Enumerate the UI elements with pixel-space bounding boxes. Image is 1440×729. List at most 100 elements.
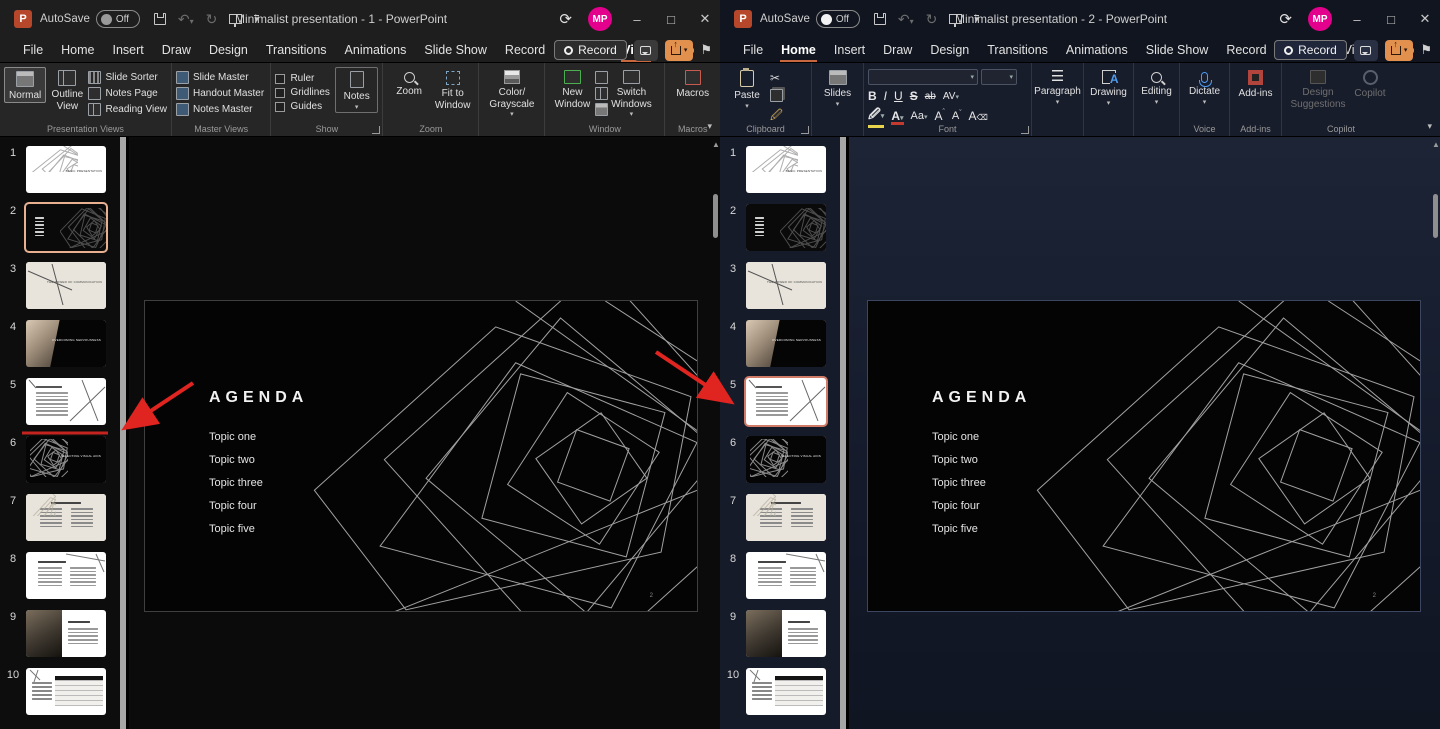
slide-thumbnail-5[interactable]	[746, 378, 826, 425]
copresent-icon[interactable]: ⚑	[700, 42, 712, 58]
avatar[interactable]: MP	[1308, 7, 1332, 31]
redo-icon[interactable]: ↻	[206, 12, 218, 26]
share-button[interactable]: ▾	[1385, 40, 1414, 61]
slide-topic[interactable]: Topic five	[209, 523, 255, 535]
tab-draw[interactable]: Draw	[874, 39, 921, 61]
slide-thumbnail-6[interactable]: SELECTING VISUAL AIDS	[26, 436, 106, 483]
move-split-icon[interactable]	[595, 103, 608, 116]
slide-topic[interactable]: Topic four	[932, 500, 980, 512]
slide-thumbnail-1[interactable]: BASIC PRESENTATION	[746, 146, 826, 193]
slides-button[interactable]: Slides▾	[816, 67, 859, 109]
autosave-toggle[interactable]: Off	[816, 10, 860, 28]
slide-thumbnail-9[interactable]	[26, 610, 106, 657]
slide-thumbnail-4[interactable]: OVERCOMING NERVOUSNESS	[26, 320, 106, 367]
ruler-checkbox[interactable]: Ruler	[275, 73, 329, 84]
close-button[interactable]: ✕	[1416, 11, 1434, 27]
design-suggestions-button[interactable]: Design Suggestions	[1289, 67, 1347, 110]
tab-slideshow[interactable]: Slide Show	[1137, 39, 1218, 61]
collapse-ribbon-icon[interactable]: ▾	[1427, 121, 1432, 132]
slide-thumbnail-7[interactable]	[746, 494, 826, 541]
notes-button[interactable]: Notes▾	[335, 67, 379, 113]
tab-transitions[interactable]: Transitions	[978, 39, 1057, 61]
slide-thumbnail-10[interactable]	[26, 668, 106, 715]
slide-thumbnail-9[interactable]	[746, 610, 826, 657]
italic-button[interactable]: I	[884, 89, 887, 103]
change-case-button[interactable]: Aa▾	[911, 110, 928, 122]
increase-font-size-button[interactable]: Aˆ	[934, 109, 944, 123]
slide-thumbnail-3[interactable]: THE POWER OF COMMUNICATION	[746, 262, 826, 309]
slide-thumbnail-8[interactable]	[746, 552, 826, 599]
tab-home[interactable]: Home	[52, 39, 103, 61]
collapse-ribbon-icon[interactable]: ▾	[707, 121, 712, 132]
zoom-button[interactable]: Zoom	[387, 67, 431, 98]
maximize-button[interactable]: □	[662, 12, 680, 27]
handout-master-button[interactable]: Handout Master	[176, 87, 264, 100]
refresh-sparkle-icon[interactable]: ⟳	[1279, 10, 1292, 28]
slide-editor[interactable]: AGENDA Topic one Topic two Topic three T…	[867, 300, 1421, 612]
tab-slideshow[interactable]: Slide Show	[415, 39, 496, 61]
slide-thumbnail-10[interactable]	[746, 668, 826, 715]
tab-draw[interactable]: Draw	[153, 39, 200, 61]
font-color-button[interactable]: A▾	[891, 109, 903, 123]
slide-thumbnail-4[interactable]: OVERCOMING NERVOUSNESS	[746, 320, 826, 367]
undo-icon[interactable]: ↶▾	[898, 12, 914, 26]
clear-formatting-button[interactable]: A⌫	[969, 109, 988, 123]
tab-insert[interactable]: Insert	[104, 39, 153, 61]
character-spacing-button[interactable]: AV▾	[943, 91, 959, 102]
tab-insert[interactable]: Insert	[825, 39, 874, 61]
cascade-windows-icon[interactable]	[595, 87, 608, 100]
slide-topic[interactable]: Topic three	[209, 477, 263, 489]
tab-animations[interactable]: Animations	[336, 39, 416, 61]
underline-button[interactable]: U	[894, 89, 903, 103]
slide-topic[interactable]: Topic two	[209, 454, 255, 466]
canvas-scrollbar[interactable]: ▲	[711, 137, 720, 729]
record-button[interactable]: Record	[554, 40, 627, 60]
slide-thumbnail-8[interactable]	[26, 552, 106, 599]
font-size-combobox[interactable]: ▾	[981, 69, 1017, 85]
font-name-combobox[interactable]: ▾	[868, 69, 978, 85]
slide-master-button[interactable]: Slide Master	[176, 71, 264, 84]
guides-checkbox[interactable]: Guides	[275, 101, 329, 112]
switch-windows-button[interactable]: Switch Windows▾	[608, 67, 654, 119]
notes-page-button[interactable]: Notes Page	[88, 87, 167, 100]
bold-button[interactable]: B	[868, 89, 877, 103]
comments-button[interactable]	[1354, 40, 1378, 61]
save-icon[interactable]	[874, 13, 886, 25]
slide-topic[interactable]: Topic five	[932, 523, 978, 535]
cut-icon[interactable]: ✂	[770, 71, 783, 85]
dictate-button[interactable]: Dictate▾	[1184, 67, 1225, 107]
highlight-color-button[interactable]: 🖉▾	[868, 105, 884, 126]
slide-thumbnail-5[interactable]	[26, 378, 106, 425]
tab-transitions[interactable]: Transitions	[257, 39, 336, 61]
copy-icon[interactable]	[770, 89, 783, 102]
arrange-all-icon[interactable]	[595, 71, 608, 84]
thumbnail-scrollbar[interactable]	[840, 137, 846, 729]
tab-design[interactable]: Design	[921, 39, 978, 61]
minimize-button[interactable]: –	[1348, 12, 1366, 27]
tab-design[interactable]: Design	[200, 39, 257, 61]
share-button[interactable]: ▾	[665, 40, 694, 61]
decrease-font-size-button[interactable]: Aˇ	[952, 110, 962, 122]
refresh-sparkle-icon[interactable]: ⟳	[559, 10, 572, 28]
tab-record[interactable]: Record	[496, 39, 554, 61]
notes-master-button[interactable]: Notes Master	[176, 103, 264, 116]
save-icon[interactable]	[154, 13, 166, 25]
slide-title[interactable]: AGENDA	[209, 389, 308, 407]
copresent-icon[interactable]: ⚑	[1420, 42, 1432, 58]
slide-title[interactable]: AGENDA	[932, 389, 1031, 407]
tab-file[interactable]: File	[14, 39, 52, 61]
paste-button[interactable]: Paste▾	[724, 67, 770, 111]
editing-button[interactable]: Editing▾	[1138, 67, 1175, 107]
record-button[interactable]: Record	[1274, 40, 1347, 60]
slide-thumbnail-1[interactable]: BASIC PRESENTATION	[26, 146, 106, 193]
canvas-scrollbar[interactable]: ▲	[1431, 137, 1440, 729]
copilot-button[interactable]: Copilot	[1347, 67, 1393, 100]
maximize-button[interactable]: □	[1382, 12, 1400, 27]
tab-home[interactable]: Home	[772, 39, 825, 61]
strikethrough-button[interactable]: S	[910, 89, 918, 103]
color-grayscale-button[interactable]: Color/ Grayscale▾	[483, 67, 540, 119]
slide-thumbnail-7[interactable]	[26, 494, 106, 541]
slide-thumbnail-2[interactable]	[26, 204, 106, 251]
scroll-up-icon[interactable]: ▲	[1432, 140, 1440, 149]
scrollbar-thumb[interactable]	[1433, 194, 1438, 238]
